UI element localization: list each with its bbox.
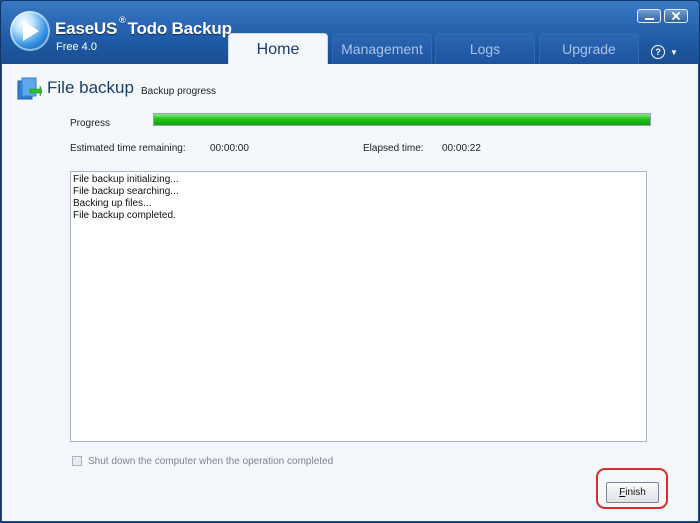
app-window: EaseUS ® Todo Backup Free 4.0 Home Managem… <box>0 0 700 523</box>
log-line: File backup completed. <box>73 210 176 221</box>
tab-logs[interactable]: Logs <box>435 33 535 64</box>
time-remaining-value: 00:00:00 <box>210 143 249 154</box>
log-line: File backup searching... <box>73 186 179 197</box>
progress-label: Progress <box>70 118 111 129</box>
tab-management[interactable]: Management <box>332 33 432 64</box>
easeus-logo-icon <box>10 11 50 51</box>
file-backup-icon <box>17 77 42 100</box>
shutdown-checkbox[interactable] <box>72 456 82 466</box>
elapsed-time-label: Elapsed time: <box>363 143 424 154</box>
chevron-down-icon: ▼ <box>670 48 678 57</box>
log-line: File backup initializing... <box>73 174 179 185</box>
progress-fill <box>154 114 650 125</box>
shutdown-label: Shut down the computer when the operatio… <box>88 456 334 467</box>
close-button[interactable] <box>664 9 688 23</box>
app-version: Free 4.0 <box>56 41 97 53</box>
page-subtitle: Backup progress <box>141 86 217 97</box>
elapsed-time-value: 00:00:22 <box>442 143 481 154</box>
finish-button[interactable]: Finish <box>606 482 659 503</box>
progress-bar <box>153 113 651 126</box>
page-title: File backup <box>47 78 134 97</box>
help-menu-button[interactable]: ? ▼ <box>651 45 678 59</box>
time-remaining-label: Estimated time remaining: <box>70 143 186 154</box>
app-title: EaseUS ® Todo Backup <box>55 15 232 38</box>
tab-home[interactable]: Home <box>228 33 328 65</box>
tab-upgrade[interactable]: Upgrade <box>539 33 639 64</box>
main-panel: File backup Backup progress Progress Est… <box>2 64 698 521</box>
minimize-button[interactable] <box>637 9 661 23</box>
help-icon: ? <box>651 45 665 59</box>
log-line: Backing up files... <box>73 198 152 209</box>
log-output[interactable]: File backup initializing... File backup … <box>70 171 647 442</box>
